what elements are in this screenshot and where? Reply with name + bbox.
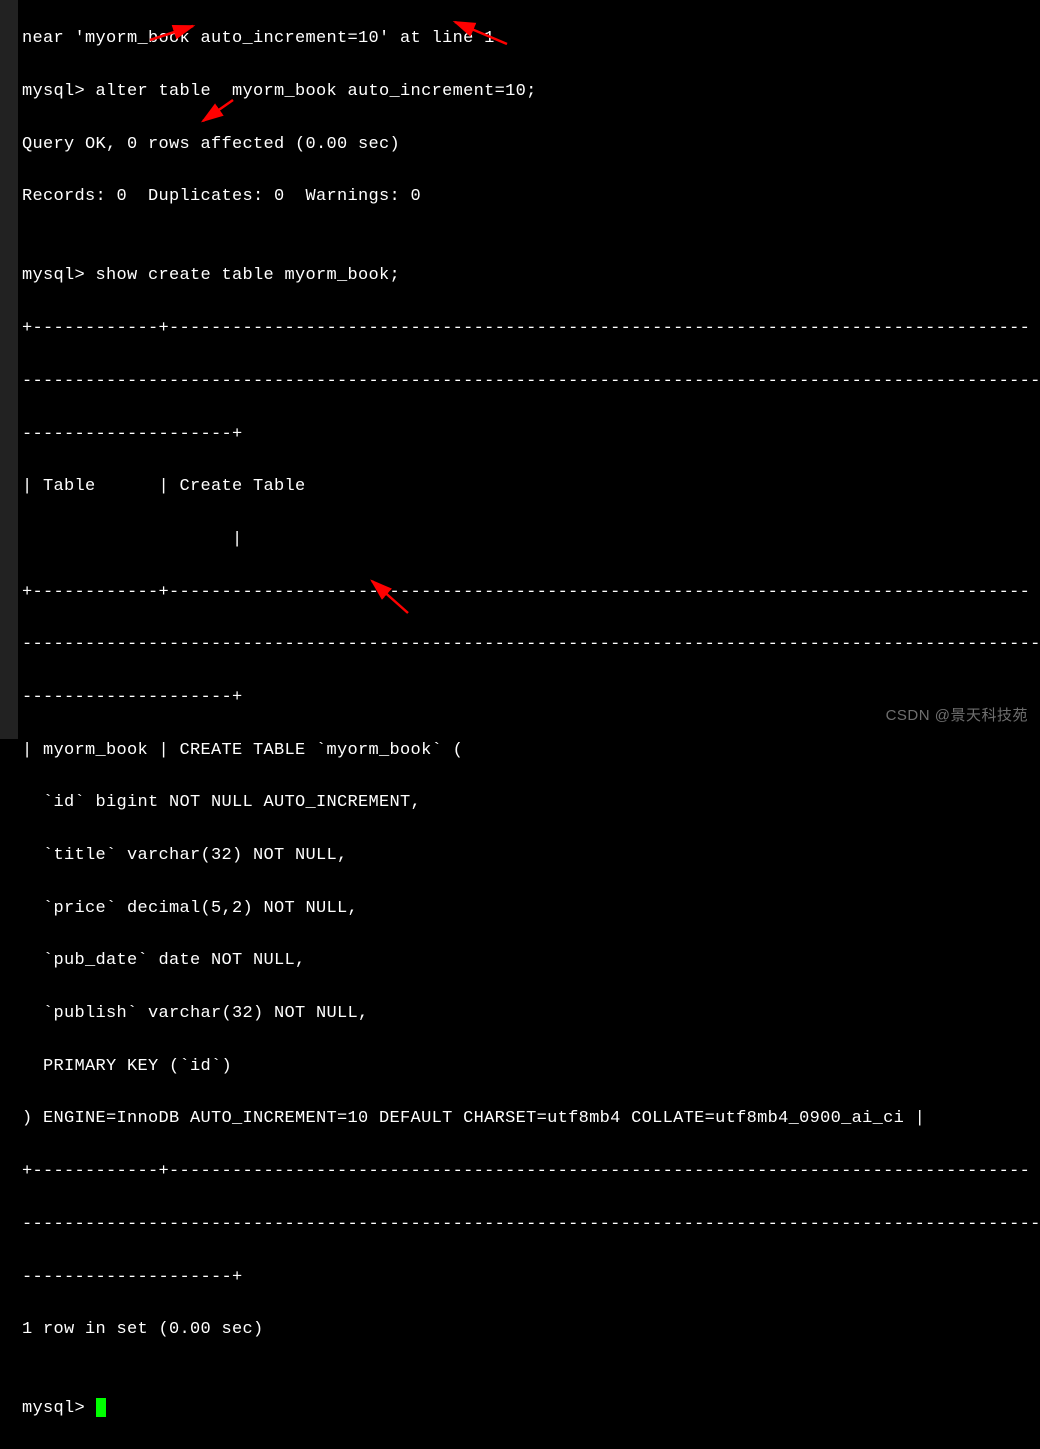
terminal-line: ----------------------------------------… [22,369,1040,395]
terminal-line: 1 row in set (0.00 sec) [22,1317,1040,1343]
terminal-prompt: mysql> [22,1399,96,1418]
terminal-line: ----------------------------------------… [22,632,1040,658]
terminal-line: `title` varchar(32) NOT NULL, [22,843,1040,869]
terminal-line: ----------------------------------------… [22,1212,1040,1238]
terminal-line: | myorm_book | CREATE TABLE `myorm_book`… [22,738,1040,764]
terminal-line: ) ENGINE=InnoDB AUTO_INCREMENT=10 DEFAUL… [22,1106,1040,1132]
terminal-cursor [96,1398,106,1417]
terminal-line: Query OK, 0 rows affected (0.00 sec) [22,132,1040,158]
terminal-line: `pub_date` date NOT NULL, [22,948,1040,974]
terminal-line: `id` bigint NOT NULL AUTO_INCREMENT, [22,790,1040,816]
terminal-line: near 'myorm_book auto_increment=10' at l… [22,26,1040,52]
terminal-line: Records: 0 Duplicates: 0 Warnings: 0 [22,184,1040,210]
terminal-line: | Table | Create Table [22,474,1040,500]
terminal-line: | [22,527,1040,553]
terminal-line: mysql> alter table myorm_book auto_incre… [22,79,1040,105]
watermark-text: CSDN @景天科技苑 [886,704,1028,727]
terminal-prompt-line[interactable]: mysql> [22,1396,1040,1422]
terminal-line: mysql> show create table myorm_book; [22,263,1040,289]
terminal-line: `publish` varchar(32) NOT NULL, [22,1001,1040,1027]
terminal-line: +------------+--------------------------… [22,316,1040,342]
terminal-line: --------------------+ [22,1265,1040,1291]
terminal-line: +------------+--------------------------… [22,580,1040,606]
terminal-line: --------------------+ [22,422,1040,448]
terminal-line: PRIMARY KEY (`id`) [22,1054,1040,1080]
terminal-line: `price` decimal(5,2) NOT NULL, [22,896,1040,922]
terminal-line: +------------+--------------------------… [22,1159,1040,1185]
